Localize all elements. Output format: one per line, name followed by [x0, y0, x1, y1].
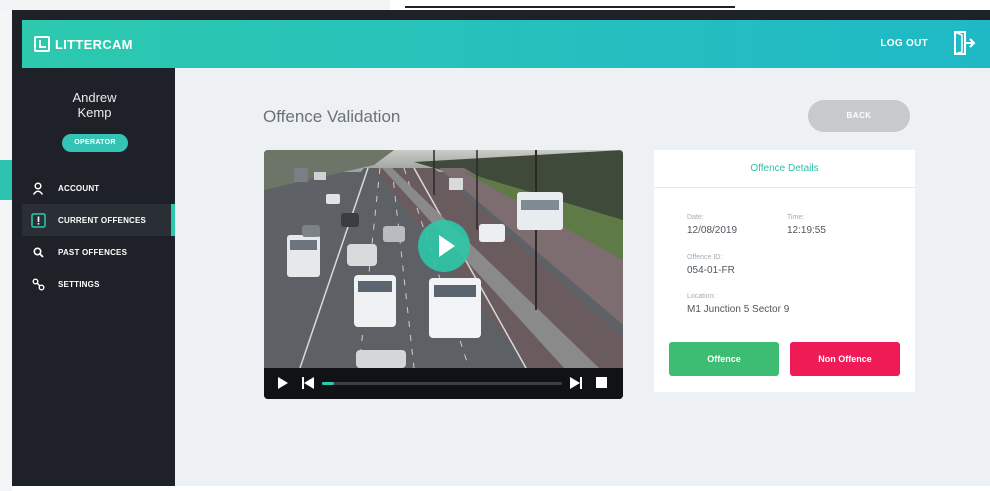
role-badge: OPERATOR: [62, 134, 128, 152]
alert-icon: [30, 212, 46, 228]
sidebar-item-label: PAST OFFENCES: [58, 247, 128, 257]
sidebar-item-account[interactable]: ACCOUNT: [22, 172, 175, 204]
background-window: [0, 10, 12, 491]
back-button[interactable]: BACK: [808, 100, 910, 132]
location-label: Location:: [687, 293, 716, 300]
sidebar-item-label: CURRENT OFFENCES: [58, 215, 147, 225]
sidebar: Andrew Kemp OPERATOR ACCOUNT CURRENT OFF…: [22, 68, 175, 486]
sidebar-item-label: SETTINGS: [58, 279, 100, 289]
main-content: Offence Validation BACK Offence Details …: [175, 68, 990, 486]
location-value: M1 Junction 5 Sector 9: [687, 304, 790, 315]
offence-id-value: 054-01-FR: [687, 265, 735, 276]
offence-details-card: Offence Details Date: 12/08/2019 Time: 1…: [654, 150, 915, 392]
logout-button[interactable]: LOG OUT: [880, 38, 928, 49]
background-fragment: [0, 160, 12, 200]
sidebar-item-past-offences[interactable]: PAST OFFENCES: [22, 236, 175, 268]
progress-bar[interactable]: [322, 382, 562, 385]
date-label: Date:: [687, 214, 704, 221]
settings-icon: [30, 276, 46, 292]
play-icon[interactable]: [277, 376, 289, 390]
user-name: Andrew Kemp: [72, 90, 117, 120]
search-icon: [30, 244, 46, 260]
video-player[interactable]: [264, 150, 623, 399]
stop-icon[interactable]: [595, 376, 608, 389]
skip-forward-icon[interactable]: [569, 376, 583, 390]
background-window: [405, 0, 735, 8]
date-value: 12/08/2019: [687, 225, 738, 236]
sidebar-item-settings[interactable]: SETTINGS: [22, 268, 175, 300]
skip-back-icon[interactable]: [301, 376, 315, 390]
video-controls: [264, 368, 623, 399]
app-window: LITTERCAM LOG OUT Andrew Kemp OPERATOR A…: [12, 10, 990, 486]
logout-icon[interactable]: [952, 30, 976, 56]
background-window: [0, 0, 390, 10]
time-value: 12:19:55: [787, 225, 826, 236]
non-offence-button[interactable]: Non Offence: [790, 342, 900, 376]
play-overlay-button[interactable]: [418, 220, 470, 272]
user-icon: [30, 180, 46, 196]
offence-details-title: Offence Details: [654, 150, 915, 188]
page-title: Offence Validation: [263, 107, 401, 126]
offence-id-label: Offence ID:: [687, 254, 723, 261]
offence-button[interactable]: Offence: [669, 342, 779, 376]
logo-icon: [34, 36, 50, 52]
app-logo: LITTERCAM: [34, 34, 133, 54]
sidebar-item-label: ACCOUNT: [58, 183, 100, 193]
time-label: Time:: [787, 214, 805, 221]
top-bar: LITTERCAM LOG OUT: [22, 20, 990, 68]
logo-text: LITTERCAM: [55, 36, 133, 52]
sidebar-item-current-offences[interactable]: CURRENT OFFENCES: [22, 204, 175, 236]
progress-fill: [322, 382, 334, 385]
